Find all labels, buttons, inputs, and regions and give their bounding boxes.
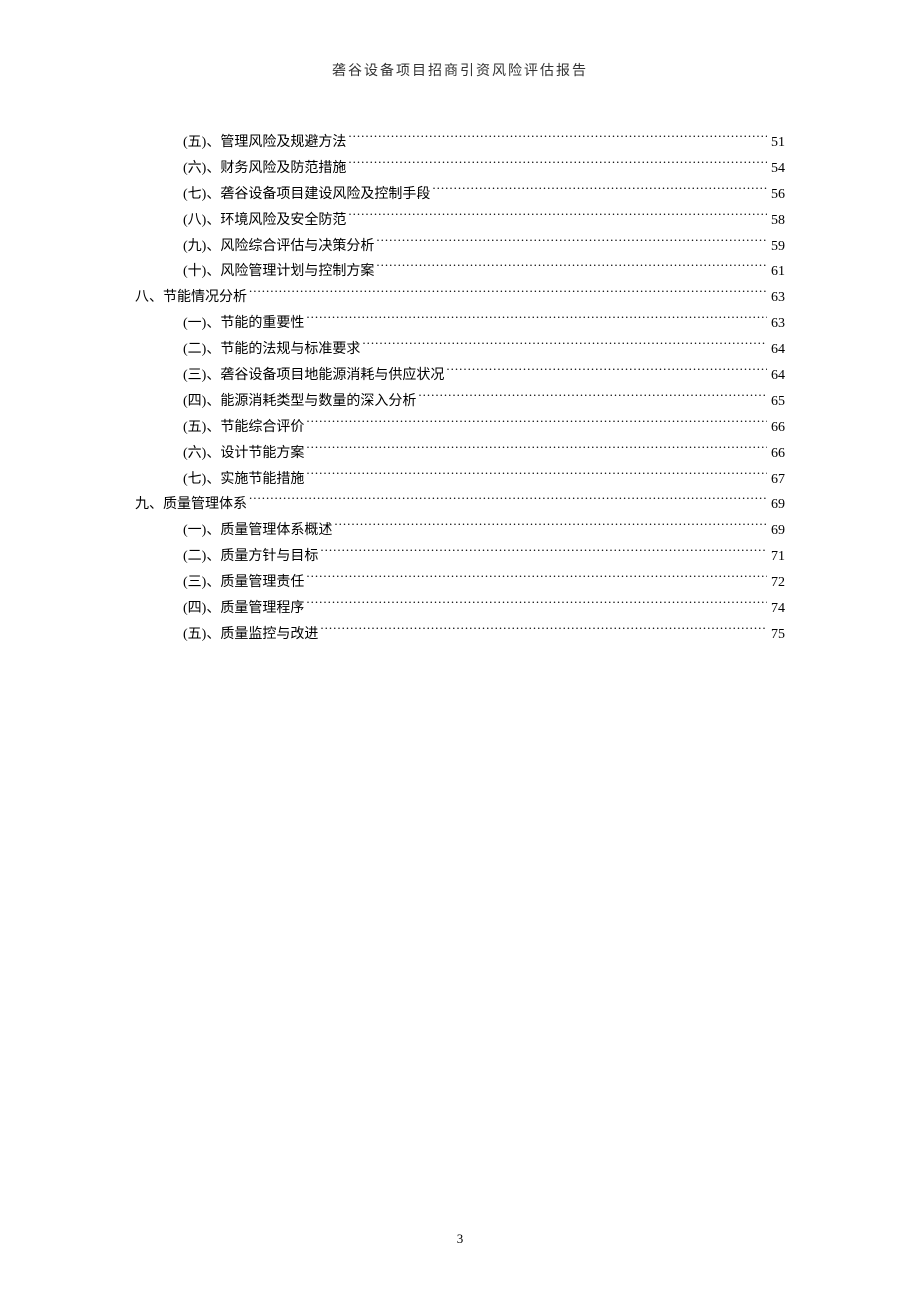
toc-entry-label: (六)、设计节能方案 xyxy=(183,441,304,467)
toc-entry: (四)、能源消耗类型与数量的深入分析 65 xyxy=(135,389,785,415)
toc-entry: (二)、节能的法规与标准要求 64 xyxy=(135,337,785,363)
toc-entry: (七)、实施节能措施 67 xyxy=(135,467,785,493)
toc-leader-dots xyxy=(418,391,767,405)
toc-leader-dots xyxy=(306,598,767,612)
toc-entry: (一)、质量管理体系概述 69 xyxy=(135,518,785,544)
toc-entry: (五)、管理风险及规避方法 51 xyxy=(135,130,785,156)
toc-leader-dots xyxy=(376,261,767,275)
toc-entry: (四)、质量管理程序 74 xyxy=(135,596,785,622)
toc-entry-label: (二)、质量方针与目标 xyxy=(183,544,318,570)
toc-leader-dots xyxy=(249,287,767,301)
document-title: 砻谷设备项目招商引资风险评估报告 xyxy=(332,64,588,79)
toc-leader-dots xyxy=(306,417,767,431)
toc-entry-label: 九、质量管理体系 xyxy=(135,492,247,518)
toc-entry-page: 64 xyxy=(769,363,785,389)
toc-entry-page: 54 xyxy=(769,156,785,182)
toc-entry-page: 75 xyxy=(769,622,785,648)
toc-leader-dots xyxy=(348,210,767,224)
toc-leader-dots xyxy=(306,313,767,327)
toc-entry: (一)、节能的重要性 63 xyxy=(135,311,785,337)
table-of-contents: (五)、管理风险及规避方法51(六)、财务风险及防范措施54(七)、砻谷设备项目… xyxy=(0,80,920,648)
toc-entry-page: 51 xyxy=(769,130,785,156)
toc-entry-label: (三)、砻谷设备项目地能源消耗与供应状况 xyxy=(183,363,444,389)
toc-entry-label: (一)、质量管理体系概述 xyxy=(183,518,332,544)
toc-entry-page: 72 xyxy=(769,570,785,596)
document-header: 砻谷设备项目招商引资风险评估报告 xyxy=(0,0,920,80)
toc-entry-page: 58 xyxy=(769,208,785,234)
toc-entry: (八)、环境风险及安全防范 58 xyxy=(135,208,785,234)
toc-leader-dots xyxy=(320,624,767,638)
toc-entry-label: (七)、实施节能措施 xyxy=(183,467,304,493)
toc-entry-page: 56 xyxy=(769,182,785,208)
toc-entry-page: 63 xyxy=(769,285,785,311)
toc-entry: (二)、质量方针与目标 71 xyxy=(135,544,785,570)
toc-entry-label: (三)、质量管理责任 xyxy=(183,570,304,596)
toc-leader-dots xyxy=(306,443,767,457)
toc-entry-label: (十)、风险管理计划与控制方案 xyxy=(183,259,374,285)
toc-entry-page: 65 xyxy=(769,389,785,415)
toc-entry: (五)、节能综合评价 66 xyxy=(135,415,785,441)
toc-entry-page: 61 xyxy=(769,259,785,285)
toc-entry-page: 59 xyxy=(769,234,785,260)
toc-entry-page: 66 xyxy=(769,415,785,441)
toc-entry: 八、节能情况分析 63 xyxy=(135,285,785,311)
toc-entry-label: (五)、质量监控与改进 xyxy=(183,622,318,648)
toc-entry-page: 67 xyxy=(769,467,785,493)
page-number: 3 xyxy=(457,1231,464,1246)
toc-entry-page: 64 xyxy=(769,337,785,363)
toc-entry-page: 69 xyxy=(769,518,785,544)
toc-entry: (五)、质量监控与改进 75 xyxy=(135,622,785,648)
toc-entry-page: 63 xyxy=(769,311,785,337)
toc-leader-dots xyxy=(320,546,767,560)
toc-leader-dots xyxy=(348,158,767,172)
toc-entry-label: (七)、砻谷设备项目建设风险及控制手段 xyxy=(183,182,430,208)
toc-entry-label: (二)、节能的法规与标准要求 xyxy=(183,337,360,363)
toc-leader-dots xyxy=(432,184,767,198)
toc-entry-label: (四)、质量管理程序 xyxy=(183,596,304,622)
toc-leader-dots xyxy=(249,494,767,508)
toc-entry-page: 71 xyxy=(769,544,785,570)
toc-entry: (三)、砻谷设备项目地能源消耗与供应状况 64 xyxy=(135,363,785,389)
toc-entry-label: (五)、管理风险及规避方法 xyxy=(183,130,346,156)
toc-entry: (三)、质量管理责任 72 xyxy=(135,570,785,596)
toc-entry: (七)、砻谷设备项目建设风险及控制手段 56 xyxy=(135,182,785,208)
toc-leader-dots xyxy=(446,365,767,379)
toc-leader-dots xyxy=(334,520,767,534)
toc-entry-page: 66 xyxy=(769,441,785,467)
page-footer: 3 xyxy=(0,1231,920,1247)
toc-entry: (九)、风险综合评估与决策分析 59 xyxy=(135,234,785,260)
toc-entry: (六)、设计节能方案 66 xyxy=(135,441,785,467)
toc-entry-label: (八)、环境风险及安全防范 xyxy=(183,208,346,234)
toc-entry-label: 八、节能情况分析 xyxy=(135,285,247,311)
toc-entry-page: 74 xyxy=(769,596,785,622)
toc-entry-label: (六)、财务风险及防范措施 xyxy=(183,156,346,182)
toc-leader-dots xyxy=(362,339,767,353)
toc-entry-label: (四)、能源消耗类型与数量的深入分析 xyxy=(183,389,416,415)
toc-leader-dots xyxy=(306,469,767,483)
toc-entry: (六)、财务风险及防范措施 54 xyxy=(135,156,785,182)
toc-entry: 九、质量管理体系 69 xyxy=(135,492,785,518)
toc-entry-label: (九)、风险综合评估与决策分析 xyxy=(183,234,374,260)
toc-entry-label: (一)、节能的重要性 xyxy=(183,311,304,337)
toc-entry-label: (五)、节能综合评价 xyxy=(183,415,304,441)
toc-entry: (十)、风险管理计划与控制方案 61 xyxy=(135,259,785,285)
toc-leader-dots xyxy=(306,572,767,586)
toc-leader-dots xyxy=(348,132,767,146)
toc-leader-dots xyxy=(376,236,767,250)
toc-entry-page: 69 xyxy=(769,492,785,518)
